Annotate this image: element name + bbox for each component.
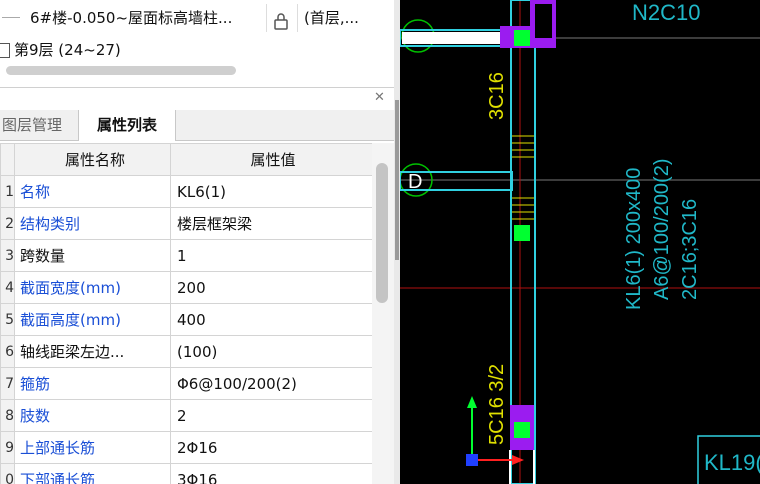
column-header-value: 属性值 — [170, 143, 376, 176]
cad-beam-label-3: 2C16;3C16 — [679, 199, 701, 300]
property-value[interactable]: (100) — [170, 335, 376, 368]
property-value[interactable]: 2Φ16 — [170, 431, 376, 464]
property-name: 下部通长筋 — [14, 463, 171, 484]
cad-label-kl19: KL19( — [704, 450, 760, 475]
cell-divider — [297, 4, 298, 32]
rebar-point — [514, 225, 530, 241]
column-block-inner — [535, 4, 552, 38]
property-value[interactable]: KL6(1) — [170, 175, 376, 208]
table-row[interactable]: 9 上部通长筋 2Φ16 — [0, 431, 376, 464]
cad-label-top: N2C10 — [632, 0, 700, 25]
column-header-name: 属性名称 — [14, 143, 171, 176]
row-index: 0 — [0, 463, 15, 484]
row-index: 7 — [0, 367, 15, 400]
row-index: 5 — [0, 303, 15, 336]
cell-divider — [266, 4, 267, 32]
cad-label-3c16: 3C16 — [486, 72, 508, 120]
cad-drawing[interactable]: N2C10 3C16 D KL6(1) 200x400 A6@100/200(2… — [400, 0, 760, 484]
stirrup-ticks — [512, 135, 534, 220]
ucs-x-arrow — [512, 455, 524, 465]
table-row[interactable]: 5 截面高度(mm) 400 — [0, 303, 376, 336]
row-index: 2 — [0, 207, 15, 240]
left-panel: 6#楼-0.050~屋面标高墙柱... (首层,... 第9层 (24~27) … — [0, 0, 400, 484]
tab-layer-management[interactable]: 图层管理 — [0, 110, 72, 140]
table-row[interactable]: 6 轴线距梁左边... (100) — [0, 335, 376, 368]
row-index: 1 — [0, 175, 15, 208]
tree-branch-line — [2, 17, 20, 18]
property-name: 截面宽度(mm) — [14, 271, 171, 304]
lock-icon[interactable] — [272, 11, 290, 39]
row-index: 9 — [0, 431, 15, 464]
property-value[interactable]: 2 — [170, 399, 376, 432]
row-index: 4 — [0, 271, 15, 304]
property-value[interactable]: 200 — [170, 271, 376, 304]
property-value[interactable]: Φ6@100/200(2) — [170, 367, 376, 400]
rebar-point — [514, 422, 530, 438]
rebar-point — [514, 30, 530, 46]
panel-splitter-handle[interactable] — [395, 100, 399, 260]
index-header — [0, 143, 15, 176]
cad-beam-label-2: A6@100/200(2) — [651, 158, 673, 300]
property-value[interactable]: 3Φ16 — [170, 463, 376, 484]
cad-label-5c16: 5C16 3/2 — [486, 364, 508, 445]
table-row[interactable]: 7 箍筋 Φ6@100/200(2) — [0, 367, 376, 400]
table-header-row: 属性名称 属性值 — [0, 143, 376, 176]
tree-item-label: 6#楼-0.050~屋面标高墙柱... — [30, 9, 233, 27]
tree-checkbox[interactable] — [0, 43, 10, 58]
ucs-origin — [466, 454, 478, 466]
table-row[interactable]: 4 截面宽度(mm) 200 — [0, 271, 376, 304]
row-index: 8 — [0, 399, 15, 432]
row-index: 3 — [0, 239, 15, 272]
property-value[interactable]: 楼层框架梁 — [170, 207, 376, 240]
ucs-y-arrow — [467, 396, 477, 408]
axis-label-d: D — [408, 171, 422, 193]
property-name: 箍筋 — [14, 367, 171, 400]
property-name: 名称 — [14, 175, 171, 208]
horizontal-scrollbar[interactable] — [6, 66, 236, 75]
tab-bar: 图层管理 属性列表 — [0, 110, 396, 141]
row-index: 6 — [0, 335, 15, 368]
cad-beam-label-1: KL6(1) 200x400 — [623, 168, 645, 310]
cad-canvas[interactable]: N2C10 3C16 D KL6(1) 200x400 A6@100/200(2… — [400, 0, 760, 484]
table-row[interactable]: 3 跨数量 1 — [0, 239, 376, 272]
table-row[interactable]: 8 肢数 2 — [0, 399, 376, 432]
property-name: 跨数量 — [14, 239, 171, 272]
property-name: 轴线距梁左边... — [14, 335, 171, 368]
property-value[interactable]: 400 — [170, 303, 376, 336]
tree-item-scope: (首层,... — [304, 9, 359, 27]
beam-fill — [402, 32, 510, 44]
tab-property-list[interactable]: 属性列表 — [78, 110, 176, 141]
property-name: 截面高度(mm) — [14, 303, 171, 336]
property-name: 肢数 — [14, 399, 171, 432]
table-row[interactable]: 0 下部通长筋 3Φ16 — [0, 463, 376, 484]
property-value[interactable]: 1 — [170, 239, 376, 272]
property-name: 结构类别 — [14, 207, 171, 240]
property-table: 属性名称 属性值 1 名称 KL6(1) 2 结构类别 楼层框架梁 3 跨数量 1 4 截面宽度(m… — [0, 143, 376, 484]
table-row[interactable]: 2 结构类别 楼层框架梁 — [0, 207, 376, 240]
vertical-scrollbar-thumb[interactable] — [376, 163, 388, 303]
property-name: 上部通长筋 — [14, 431, 171, 464]
table-row[interactable]: 1 名称 KL6(1) — [0, 175, 376, 208]
close-icon[interactable]: ✕ — [374, 90, 385, 105]
tree-item-label: 第9层 (24~27) — [14, 41, 121, 59]
panel-separator — [0, 87, 396, 88]
